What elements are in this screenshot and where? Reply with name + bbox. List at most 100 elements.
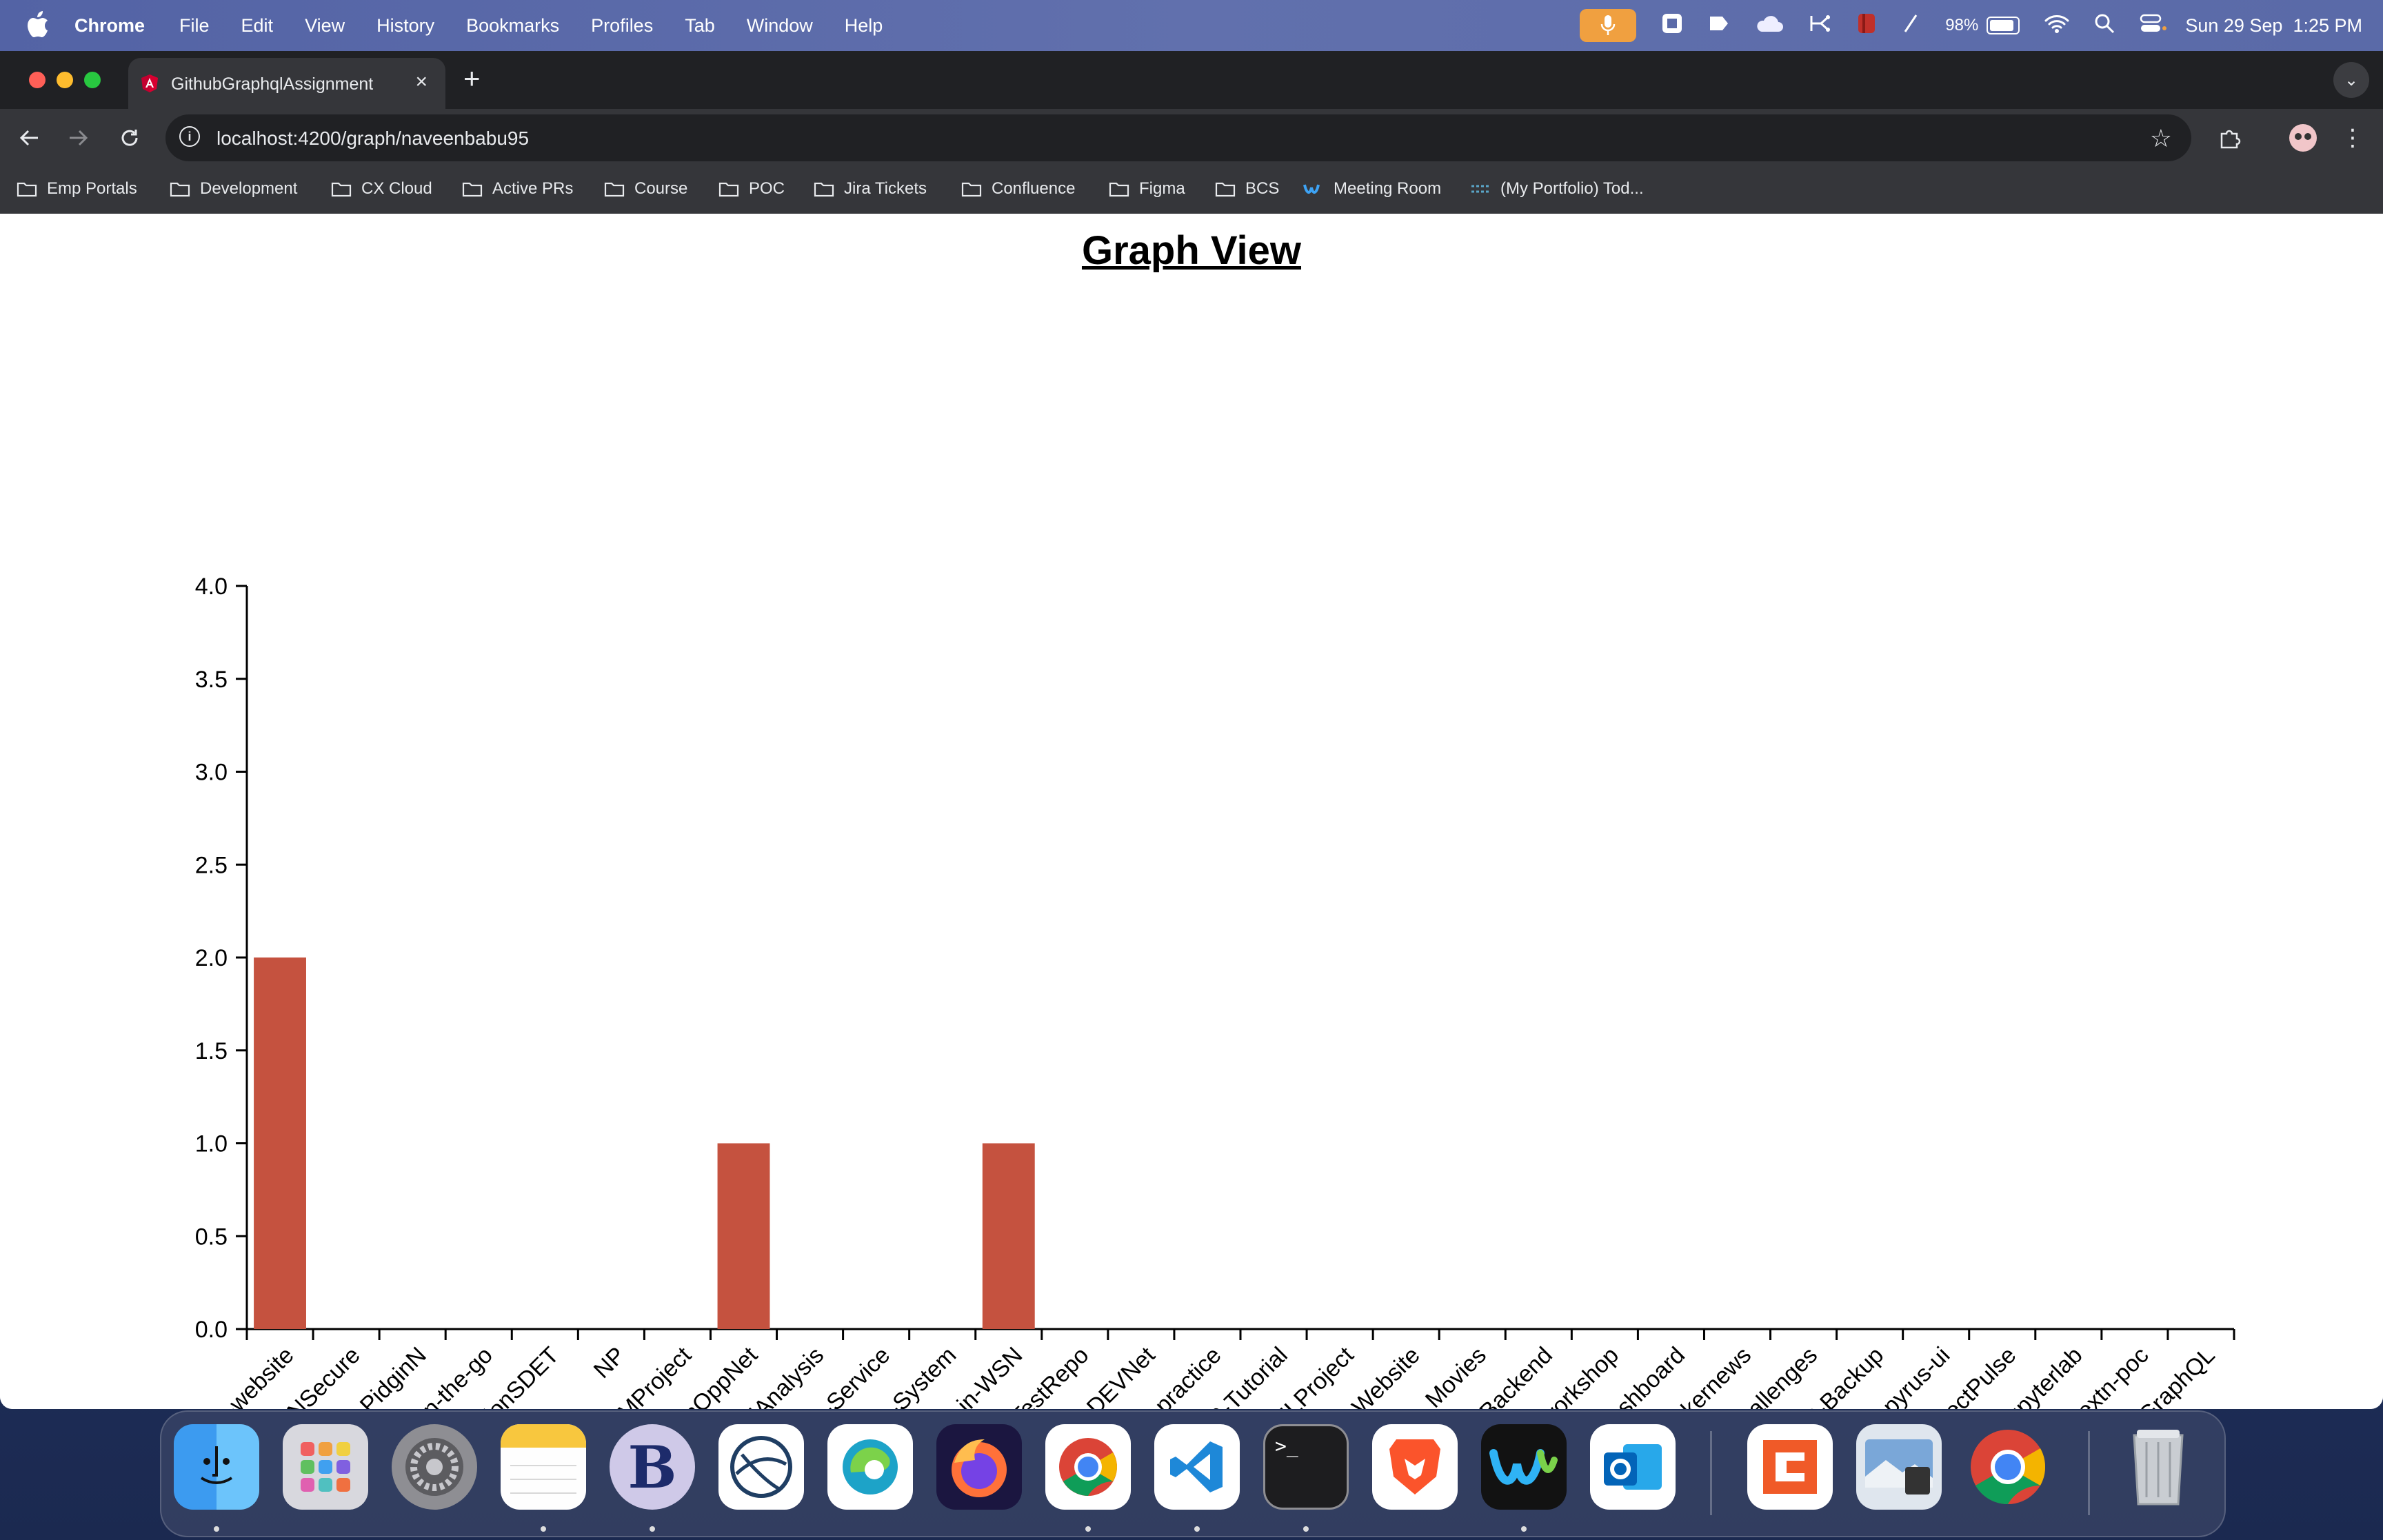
bookmark-jira-tickets[interactable]: Jira Tickets [814, 179, 927, 199]
extensions-button[interactable] [2211, 119, 2249, 157]
bookmark-label: (My Portfolio) Tod... [1500, 179, 1644, 198]
address-bar[interactable]: i localhost:4200/graph/naveenbabu95 ☆ [165, 114, 2191, 161]
bookmark-development[interactable]: Development [170, 179, 297, 199]
slash-icon[interactable] [1901, 13, 1920, 39]
profile-avatar[interactable] [2284, 119, 2322, 157]
running-indicator [1085, 1526, 1091, 1532]
running-indicator [214, 1526, 219, 1532]
menu-tab[interactable]: Tab [685, 15, 715, 37]
bookmark-meeting-room[interactable]: Meeting Room [1303, 179, 1441, 199]
mic-icon[interactable] [1580, 9, 1637, 42]
battery-percent: 98% [1945, 16, 1979, 34]
control-center-icon[interactable] [2140, 13, 2167, 39]
webex-icon[interactable] [1481, 1424, 1567, 1510]
vscode-icon[interactable] [1154, 1424, 1240, 1510]
site-info-icon[interactable]: i [179, 126, 200, 147]
menu-app-name[interactable]: Chrome [74, 15, 145, 37]
y-tick-label: 1.5 [195, 1038, 228, 1064]
bookmark-label: Emp Portals [47, 179, 137, 198]
y-tick-label: 1.0 [195, 1131, 228, 1157]
bookmark-poc[interactable]: POC [718, 179, 785, 199]
bookmark-active-prs[interactable]: Active PRs [462, 179, 573, 199]
eclipse-icon[interactable] [718, 1424, 804, 1510]
folder-icon [1215, 182, 1236, 197]
reload-button[interactable] [110, 119, 149, 157]
reload-icon [121, 130, 138, 146]
preview-icon[interactable] [1856, 1424, 1942, 1510]
red-app-icon[interactable] [1857, 12, 1876, 39]
arrow-right-icon [70, 130, 88, 146]
bookmark-star-icon[interactable]: ☆ [2150, 124, 2172, 153]
chrome-menu-kebab-icon[interactable]: ⋮ [2333, 119, 2372, 157]
close-window-button[interactable] [29, 72, 46, 88]
wifi-icon[interactable] [2044, 14, 2069, 38]
y-tick-label: 3.5 [195, 667, 228, 693]
apple-menu-icon[interactable] [26, 11, 50, 39]
menu-help[interactable]: Help [845, 15, 883, 37]
menu-history[interactable]: History [376, 15, 434, 37]
x-tick-label: NP [589, 1342, 630, 1384]
x-tick-label: DEVNet [1082, 1341, 1160, 1409]
tab-search-chevron-icon[interactable]: ⌄ [2333, 62, 2369, 98]
screen-capture-icon[interactable] [1661, 12, 1683, 39]
x-tick-label: PidginN [355, 1342, 432, 1409]
menu-bar: Chrome File Edit View History Bookmarks … [0, 0, 2383, 51]
bar [982, 1143, 1035, 1329]
folder-icon [1109, 182, 1129, 197]
bookmark-label: Course [634, 179, 688, 198]
browser-window: GithubGraphqlAssignment × + ⌄ i localhos… [0, 51, 2383, 1409]
bookmark-bcs[interactable]: BCS [1215, 179, 1279, 199]
bookmark-label: BCS [1245, 179, 1280, 198]
edge-icon[interactable] [827, 1424, 913, 1510]
bookmark-figma[interactable]: Figma [1109, 179, 1185, 199]
menu-edit[interactable]: Edit [241, 15, 274, 37]
spotlight-icon[interactable] [2094, 13, 2115, 39]
menu-bookmarks[interactable]: Bookmarks [466, 15, 559, 37]
bookmark-label: Development [200, 179, 298, 198]
bookmark-course[interactable]: Course [604, 179, 687, 199]
finder-icon[interactable] [174, 1424, 259, 1510]
menu-window[interactable]: Window [747, 15, 813, 37]
minimize-window-button[interactable] [57, 72, 73, 88]
running-indicator [650, 1526, 655, 1532]
bookmark-emp-portals[interactable]: Emp Portals [17, 179, 137, 199]
chrome-secondary-icon[interactable] [1965, 1424, 2051, 1510]
y-tick-label: 0.5 [195, 1224, 228, 1250]
notes-flag-icon[interactable] [1708, 13, 1730, 39]
menu-profiles[interactable]: Profiles [591, 15, 653, 37]
postman-like-icon[interactable] [1747, 1424, 1833, 1510]
bookmark-my-portfolio[interactable]: (My Portfolio) Tod... [1470, 179, 1644, 199]
tab-close-icon[interactable]: × [415, 70, 428, 94]
bar [717, 1143, 770, 1329]
share-icon[interactable] [1809, 13, 1832, 39]
menu-view[interactable]: View [305, 15, 345, 37]
tab-active[interactable]: GithubGraphqlAssignment × [128, 58, 445, 109]
bookmark-confluence[interactable]: Confluence [961, 179, 1075, 199]
battery-icon[interactable] [1987, 17, 2020, 34]
bookmark-label: Active PRs [492, 179, 574, 198]
angular-favicon-icon [141, 74, 158, 92]
outlook-icon[interactable] [1590, 1424, 1676, 1510]
bookmark-cx-cloud[interactable]: CX Cloud [331, 179, 432, 199]
brave-icon[interactable] [1372, 1424, 1458, 1510]
bookmark-label: Meeting Room [1334, 179, 1442, 198]
menu-datetime[interactable]: Sun 29 Sep 1:25 PM [2185, 15, 2362, 37]
chrome-icon[interactable] [1045, 1424, 1131, 1510]
firefox-icon[interactable] [936, 1424, 1022, 1510]
bbedit-icon[interactable]: B [610, 1424, 695, 1510]
forward-button[interactable] [59, 119, 98, 157]
icloud-icon[interactable] [1755, 14, 1784, 38]
system-settings-icon[interactable] [392, 1424, 477, 1510]
dock-separator [2088, 1431, 2090, 1515]
notes-icon[interactable] [501, 1424, 586, 1510]
x-tick-label: BITS-website [182, 1342, 299, 1409]
menu-file[interactable]: File [179, 15, 210, 37]
launchpad-icon[interactable] [283, 1424, 368, 1510]
back-button[interactable] [10, 119, 48, 157]
terminal-icon[interactable]: >_ [1263, 1424, 1349, 1510]
new-tab-button[interactable]: + [463, 62, 481, 95]
url-text[interactable]: localhost:4200/graph/naveenbabu95 [217, 128, 529, 150]
maximize-window-button[interactable] [84, 72, 101, 88]
trash-icon[interactable] [2115, 1424, 2201, 1510]
dock: B >_ [160, 1410, 2226, 1537]
